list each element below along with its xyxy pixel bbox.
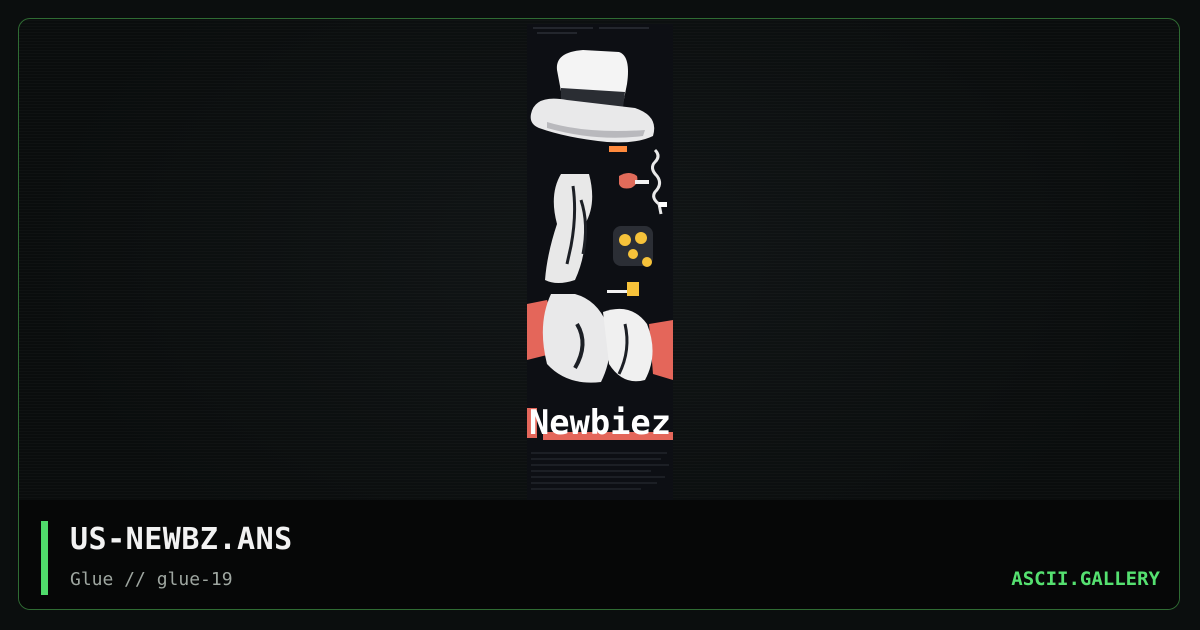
artwork-logo-text: Newbiez xyxy=(529,403,671,443)
artwork-preview[interactable]: Newbiez xyxy=(527,24,673,500)
mouth xyxy=(609,146,627,152)
card-frame: Newbiez US-NEWBZ.ANS Glue // glue-19 ASC… xyxy=(18,18,1180,610)
artwork-subtitle: Glue // glue-19 xyxy=(70,569,233,590)
artwork-image: Newbiez xyxy=(527,24,673,500)
info-footer: US-NEWBZ.ANS Glue // glue-19 ASCII.GALLE… xyxy=(19,500,1179,609)
accent-bar xyxy=(41,521,48,595)
artwork-title: US-NEWBZ.ANS xyxy=(70,522,293,557)
site-brand-link[interactable]: ASCII.GALLERY xyxy=(1011,568,1160,590)
